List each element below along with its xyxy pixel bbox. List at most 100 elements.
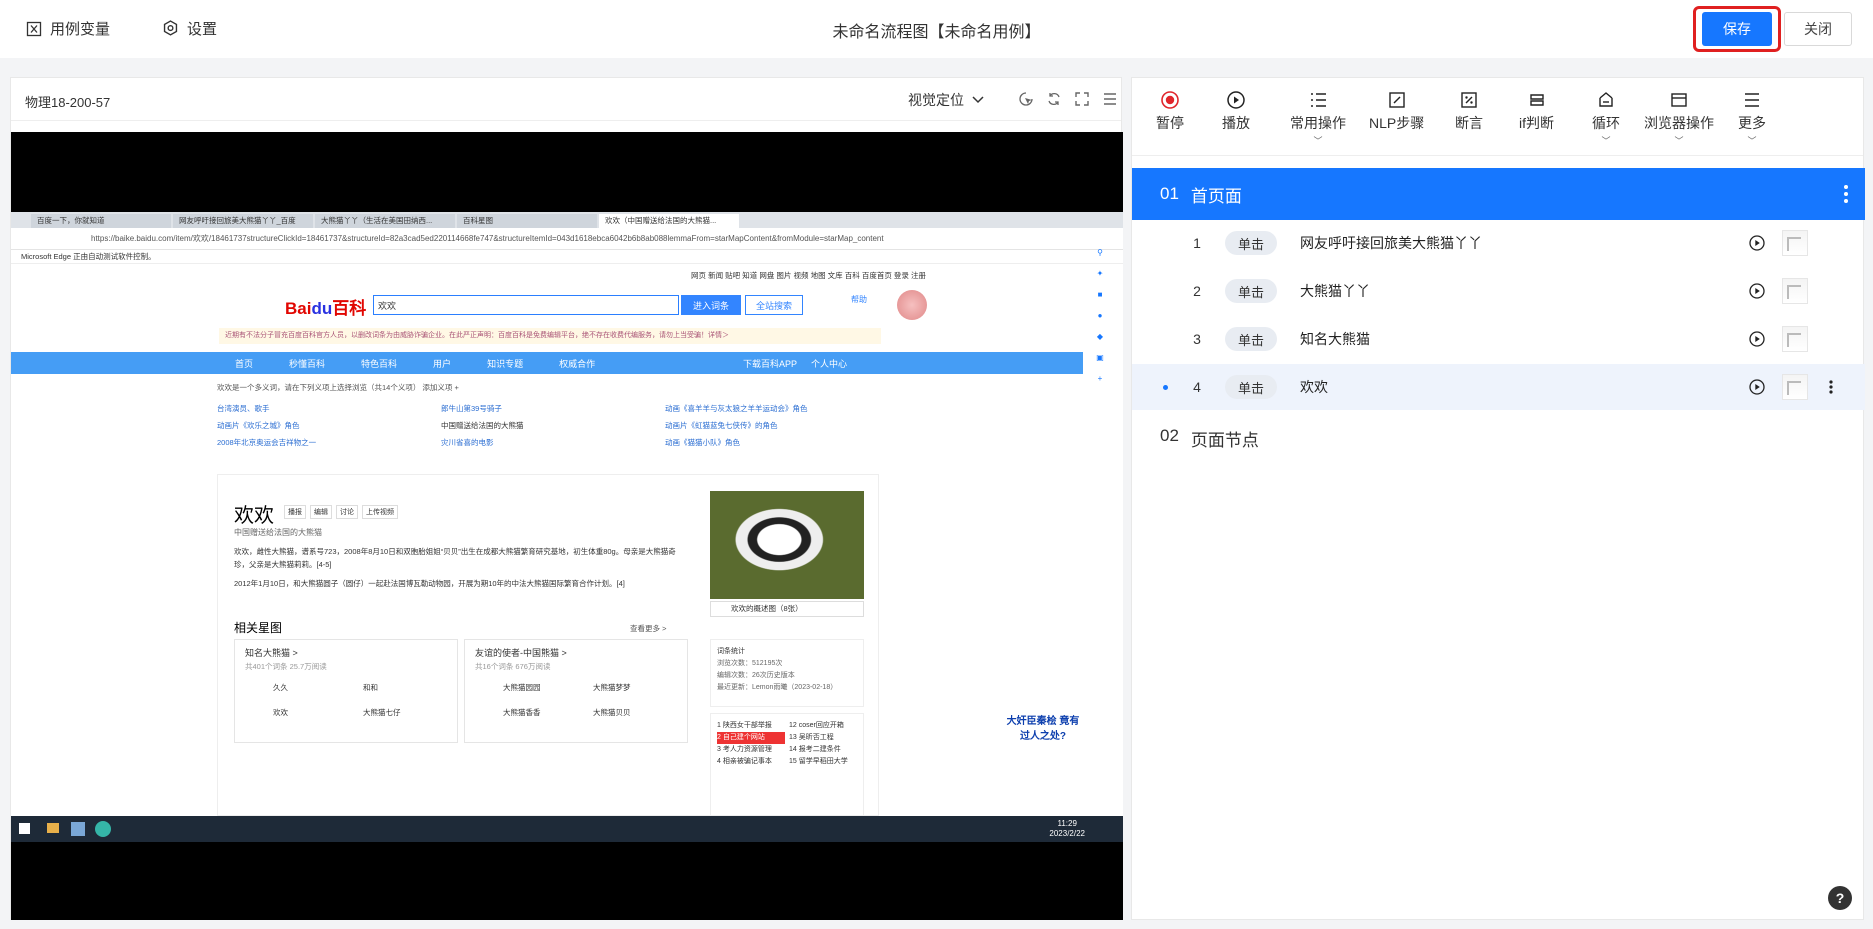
- tool-assert[interactable]: 断言: [1455, 90, 1483, 133]
- flow-step[interactable]: 3 单击 知名大熊猫: [1132, 316, 1865, 362]
- card-item[interactable]: 大熊猫香香: [503, 707, 587, 718]
- play-circle-icon[interactable]: [1749, 331, 1765, 347]
- step-screenshot-thumbnail[interactable]: [1782, 374, 1808, 400]
- sparkle-icon[interactable]: ✦: [1097, 269, 1104, 278]
- help-link[interactable]: 帮助: [851, 294, 867, 305]
- hot-item[interactable]: 14 报考二建条件: [789, 744, 857, 756]
- more-vertical-icon[interactable]: [1841, 182, 1851, 206]
- menu-icon[interactable]: [1101, 90, 1118, 107]
- card-item[interactable]: 大熊猫梦梦: [593, 682, 677, 693]
- search-all-button[interactable]: 全站搜索: [745, 295, 803, 315]
- ad-banner[interactable]: 大奸臣秦桧 竟有过人之处?: [1003, 712, 1083, 812]
- polysemy-item[interactable]: 动画片《欢乐之城》角色: [217, 420, 431, 431]
- nav-user-center[interactable]: 个人中心: [811, 357, 847, 370]
- polysemy-item[interactable]: 郎牛山第39号骑子: [441, 403, 655, 414]
- card-item[interactable]: 和和: [363, 682, 447, 693]
- nav-partners[interactable]: 权威合作: [559, 357, 595, 370]
- step-screenshot-thumbnail[interactable]: [1782, 326, 1808, 352]
- card-item[interactable]: 大熊猫园园: [503, 682, 587, 693]
- browser-tab[interactable]: 百度一下，你就知道: [31, 214, 171, 228]
- nav-featured[interactable]: 特色百科: [361, 357, 397, 370]
- play-circle-icon[interactable]: [1749, 283, 1765, 299]
- card-item[interactable]: 欢欢: [273, 707, 357, 718]
- person-icon[interactable]: ●: [1098, 311, 1103, 320]
- refresh-icon[interactable]: [1045, 90, 1062, 107]
- nav-home[interactable]: 首页: [235, 357, 253, 370]
- settings-button[interactable]: 设置: [162, 18, 217, 39]
- tool-if[interactable]: if判断: [1519, 90, 1554, 133]
- related-card[interactable]: 知名大熊猫 > 共401个词条 25.7万阅读 久久 和和 欢欢 大熊猫七仔: [234, 639, 458, 743]
- flow-step-selected[interactable]: 4 单击 欢欢: [1132, 364, 1865, 410]
- card-item[interactable]: 大熊猫贝贝: [593, 707, 677, 718]
- address-bar[interactable]: https://baike.baidu.com/item/欢欢/18461737…: [11, 228, 1123, 250]
- hot-item[interactable]: 15 留学早稻田大学: [789, 756, 857, 768]
- polysemy-item[interactable]: 台湾演员、歌手: [217, 403, 431, 414]
- nav-users[interactable]: 用户: [433, 357, 451, 370]
- close-button[interactable]: 关闭: [1784, 12, 1852, 46]
- remote-screen[interactable]: 百度一下，你就知道 网友呼吁接回旅美大熊猫丫丫_百度 大熊猫丫丫（生活在美国田纳…: [11, 132, 1123, 920]
- tool-nlp-step[interactable]: NLP步骤: [1369, 90, 1424, 133]
- baike-top-links[interactable]: 网页 新闻 贴吧 知道 网盘 图片 视频 地图 文库 百科 百度首页 登录 注册: [691, 270, 926, 281]
- start-icon[interactable]: [19, 823, 30, 834]
- polysemy-item[interactable]: 灾川省喜的电影: [441, 437, 655, 448]
- edge-icon[interactable]: [95, 821, 111, 837]
- help-button[interactable]: ?: [1828, 886, 1852, 910]
- office-icon[interactable]: ◆: [1097, 332, 1103, 341]
- play-circle-icon[interactable]: [1749, 379, 1765, 395]
- entry-action-discuss[interactable]: 讨论: [336, 505, 358, 519]
- tool-pause[interactable]: 暂停: [1156, 90, 1184, 133]
- tool-play[interactable]: 播放: [1222, 90, 1250, 133]
- browser-tab[interactable]: 百科星图: [457, 214, 597, 228]
- browser-tab[interactable]: 大熊猫丫丫（生活在美国田纳西...: [315, 214, 455, 228]
- nav-miaodong[interactable]: 秒懂百科: [289, 357, 325, 370]
- baike-logo[interactable]: Baidu百科: [285, 294, 366, 319]
- entry-action-upload-video[interactable]: 上传视频: [362, 505, 398, 519]
- browser-tab[interactable]: 网友呼吁接回旅美大熊猫丫丫_百度: [173, 214, 313, 228]
- hot-item[interactable]: 4 相亲被骗记事本: [717, 756, 785, 768]
- baike-search-input[interactable]: 欢欢: [373, 295, 679, 315]
- outlook-icon[interactable]: ▣: [1096, 353, 1104, 362]
- entry-action-broadcast[interactable]: 播报: [284, 505, 306, 519]
- hot-item[interactable]: 12 coser回应开箱: [789, 720, 857, 732]
- section-home-page[interactable]: 01 首页面: [1132, 168, 1865, 220]
- related-more-link[interactable]: 查看更多 >: [630, 623, 666, 634]
- tool-browser-ops[interactable]: 浏览器操作 ﹀: [1644, 90, 1714, 146]
- related-card[interactable]: 友谊的使者-中国熊猫 > 共16个词条 676万阅读 大熊猫园园 大熊猫梦梦 大…: [464, 639, 688, 743]
- section-page-nodes[interactable]: 02 页面节点: [1160, 426, 1259, 451]
- play-circle-icon[interactable]: [1749, 235, 1765, 251]
- hot-item[interactable]: 2 自己建个网站: [717, 732, 785, 744]
- nav-topics[interactable]: 知识专题: [487, 357, 523, 370]
- card-item[interactable]: 久久: [273, 682, 357, 693]
- step-screenshot-thumbnail[interactable]: [1782, 230, 1808, 256]
- panda-caption[interactable]: 欢欢的概述图（8张）: [710, 601, 864, 617]
- save-button[interactable]: 保存: [1702, 12, 1772, 46]
- tool-more[interactable]: 更多 ﹀: [1738, 90, 1766, 146]
- card-item[interactable]: 大熊猫七仔: [363, 707, 447, 718]
- more-vertical-icon[interactable]: [1828, 379, 1834, 395]
- flow-step[interactable]: 2 单击 大熊猫丫丫: [1132, 268, 1865, 314]
- python-icon[interactable]: [71, 822, 85, 836]
- browser-tab-active[interactable]: 欢欢（中国赠送给法国的大熊猫...: [599, 214, 739, 228]
- polysemy-item[interactable]: 动画《猫猫小队》角色: [665, 437, 879, 448]
- entry-action-edit[interactable]: 编辑: [310, 505, 332, 519]
- visual-position-dropdown[interactable]: 视觉定位: [908, 90, 984, 110]
- step-screenshot-thumbnail[interactable]: [1782, 278, 1808, 304]
- tool-loop[interactable]: 循环 ﹀: [1592, 90, 1620, 146]
- tool-common-ops[interactable]: 常用操作 ﹀: [1290, 90, 1346, 146]
- polysemy-item-current[interactable]: 中国赠送给法国的大熊猫: [441, 420, 655, 431]
- search-icon[interactable]: ⚲: [1097, 248, 1103, 257]
- hot-item[interactable]: 3 考人力资源管理: [717, 744, 785, 756]
- polysemy-item[interactable]: 动画《喜羊羊与灰太狼之羊羊运动会》角色: [665, 403, 879, 414]
- add-icon[interactable]: +: [1098, 374, 1103, 383]
- pointer-icon[interactable]: [1017, 90, 1034, 107]
- bag-icon[interactable]: ■: [1098, 290, 1103, 299]
- enter-entry-button[interactable]: 进入词条: [681, 295, 741, 315]
- polysemy-item[interactable]: 2008年北京奥运会吉祥物之一: [217, 437, 431, 448]
- flow-step[interactable]: 1 单击 网友呼吁接回旅美大熊猫丫丫: [1132, 220, 1865, 266]
- case-variables-button[interactable]: 用例变量: [26, 18, 110, 39]
- explorer-icon[interactable]: [47, 823, 59, 833]
- hot-item[interactable]: 13 吴昕否工程: [789, 732, 857, 744]
- fullscreen-icon[interactable]: [1073, 90, 1090, 107]
- nav-download-app[interactable]: 下载百科APP: [743, 357, 797, 370]
- hot-item[interactable]: 1 陕西女干部举报: [717, 720, 785, 732]
